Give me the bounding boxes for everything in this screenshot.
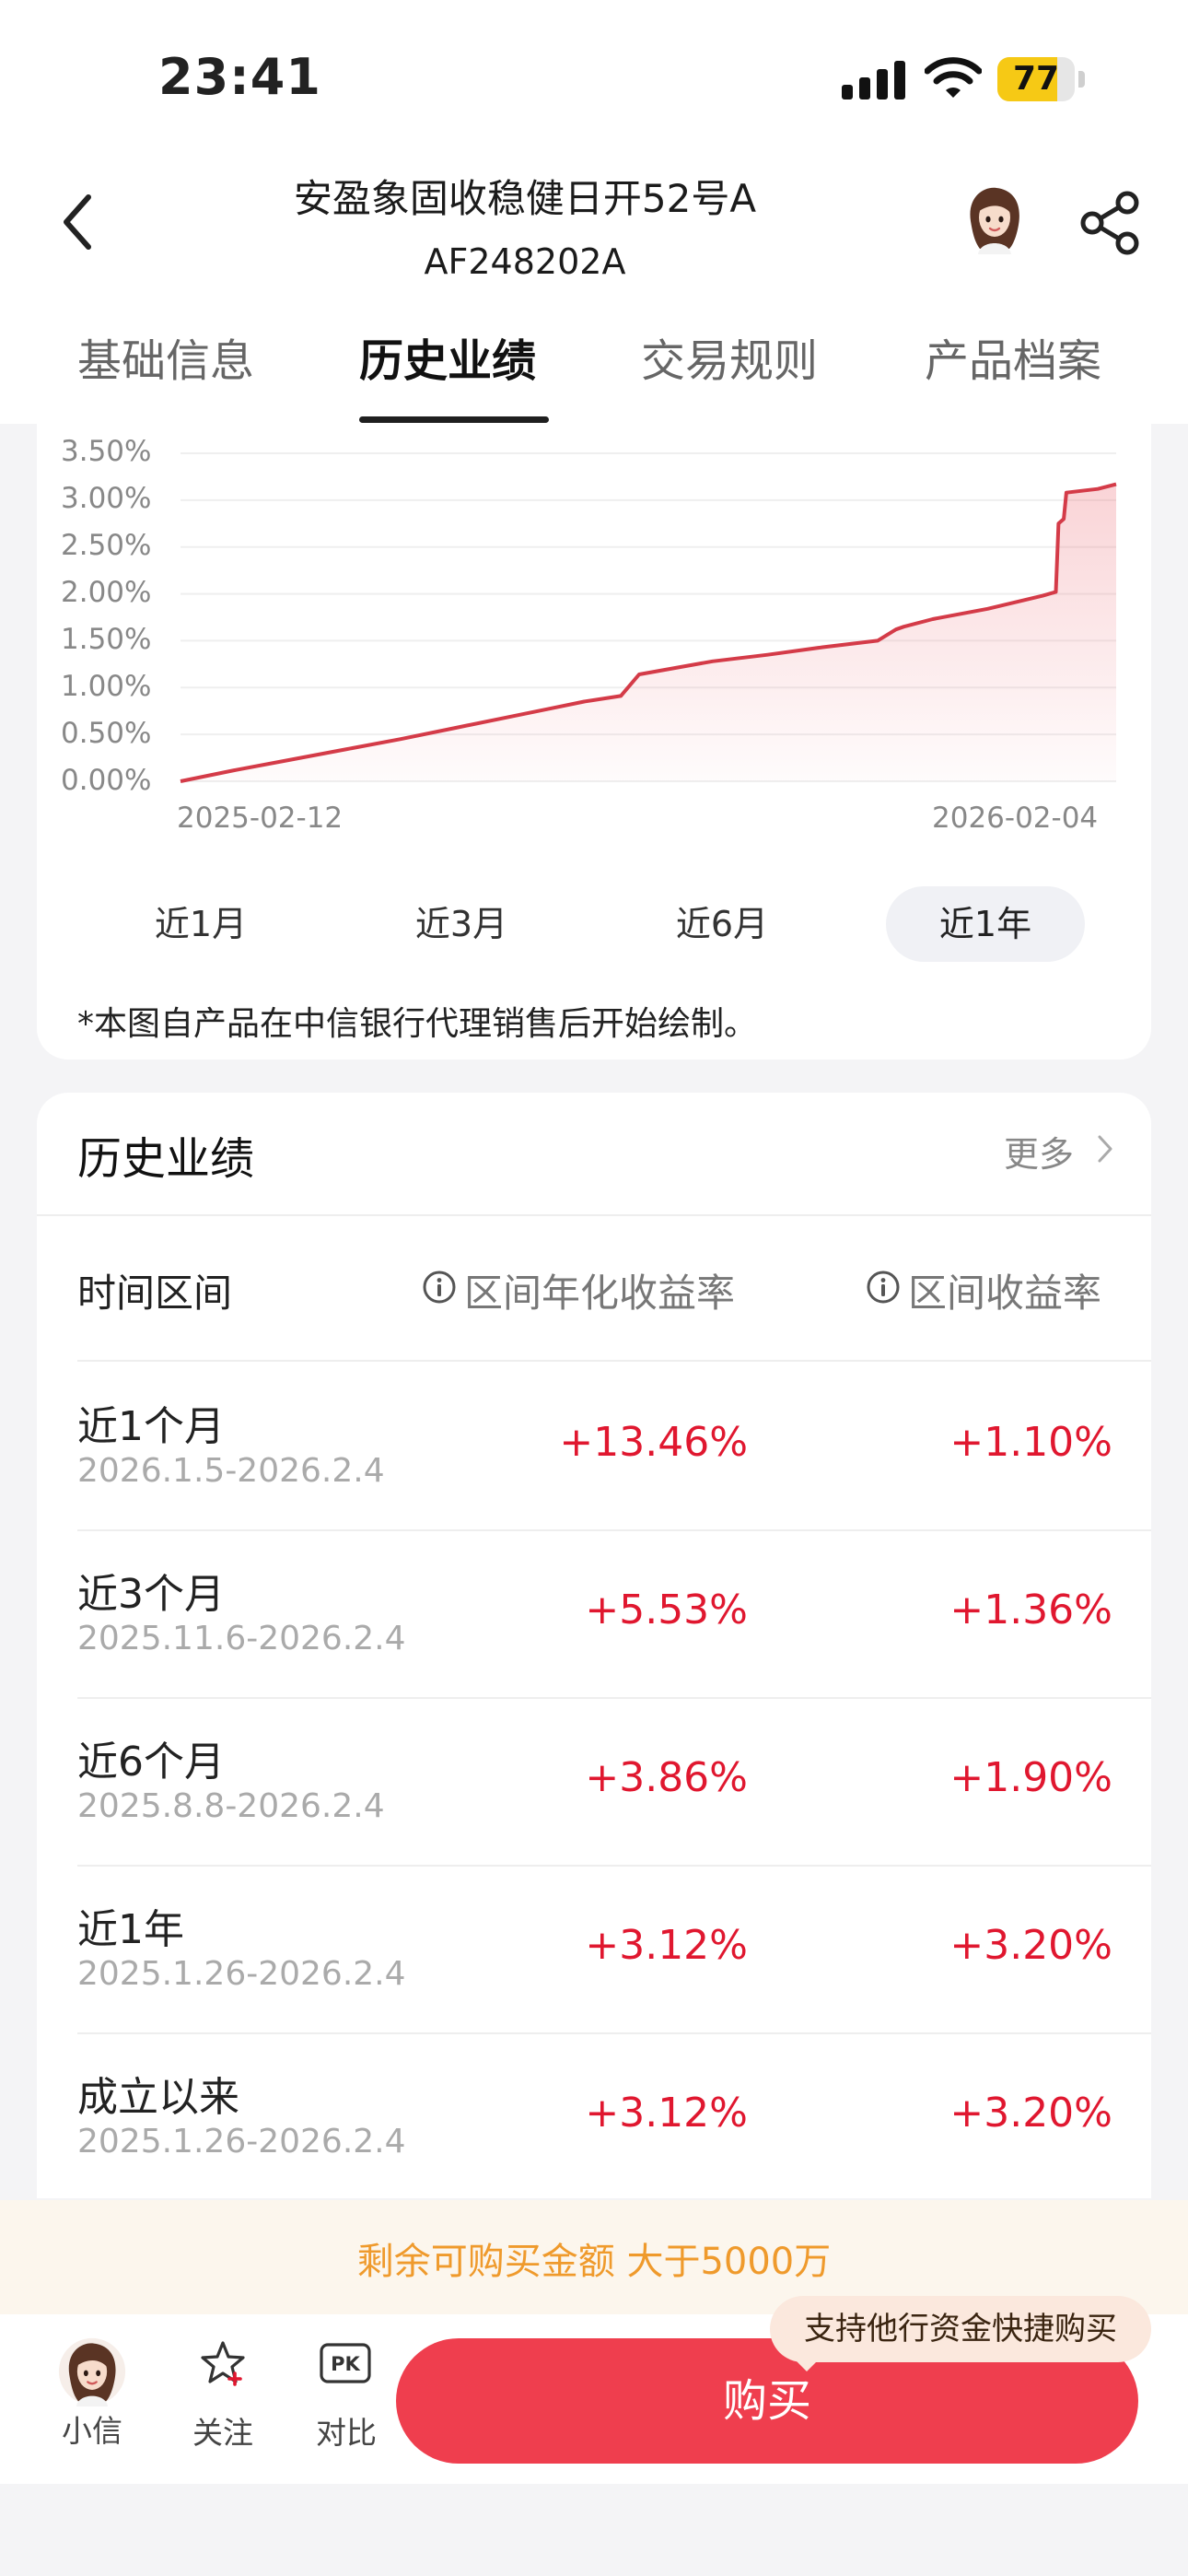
row-period-label: 成立以来 (77, 2074, 239, 2121)
column-header-annual-yield: 区间年化收益率 (464, 1270, 736, 1316)
assistant-label[interactable]: 小信 (46, 2406, 138, 2451)
divider (77, 1865, 1151, 1867)
row-annual-yield: +13.46% (559, 1419, 748, 1466)
row-annual-yield: +3.12% (585, 1922, 748, 1969)
chevron-right-icon[interactable] (1096, 1133, 1114, 1165)
column-header-period-return: 区间收益率 (908, 1270, 1102, 1316)
row-period-label: 近3个月 (77, 1571, 225, 1618)
divider (77, 1529, 1151, 1531)
yield-area (181, 484, 1116, 781)
section-title: 历史业绩 (77, 1133, 255, 1185)
compare-pk-badge: PK (331, 2353, 360, 2375)
cellular-signal-icon (842, 59, 906, 100)
row-date-range: 2025.8.8-2026.2.4 (77, 1787, 385, 1825)
wifi-icon (925, 57, 982, 98)
row-period-return: +1.36% (949, 1587, 1112, 1633)
product-code: AF248202A (424, 241, 626, 282)
row-date-range: 2026.1.5-2026.2.4 (77, 1452, 385, 1490)
row-period-label: 近1个月 (77, 1403, 225, 1450)
row-period-return: +3.20% (949, 1922, 1112, 1969)
info-icon[interactable] (422, 1270, 457, 1305)
range-button-6m[interactable]: 近6月 (623, 886, 821, 962)
battery-icon: 77 (997, 57, 1086, 101)
x-tick-label: 2025-02-12 (177, 802, 344, 835)
battery-level: 77 (1012, 60, 1060, 98)
range-button-1m[interactable]: 近1月 (101, 886, 300, 962)
compare-pk-icon[interactable]: PK (319, 2342, 372, 2384)
row-annual-yield: +5.53% (585, 1587, 748, 1633)
x-tick-label: 2026-02-04 (932, 802, 1099, 835)
compare-label[interactable]: 对比 (300, 2408, 392, 2453)
info-icon[interactable] (866, 1270, 901, 1305)
quick-buy-tooltip: 支持他行资金快捷购买 (770, 2296, 1151, 2362)
tab-product-archive[interactable]: 产品档案 (925, 324, 1101, 389)
chevron-left-icon[interactable] (55, 190, 101, 254)
range-button-1y[interactable]: 近1年 (886, 886, 1085, 962)
row-date-range: 2025.1.26-2026.2.4 (77, 1955, 406, 1993)
row-date-range: 2025.1.26-2026.2.4 (77, 2123, 406, 2160)
row-period-return: +1.90% (949, 1754, 1112, 1801)
chart-note: *本图自产品在中信银行代理销售后开始绘制。 (77, 1005, 758, 1043)
row-date-range: 2025.11.6-2026.2.4 (77, 1620, 406, 1657)
star-add-icon[interactable] (197, 2338, 249, 2390)
range-button-3m[interactable]: 近3月 (362, 886, 561, 962)
row-period-label: 近1年 (77, 1906, 184, 1953)
follow-label[interactable]: 关注 (177, 2408, 269, 2453)
tab-trading-rules[interactable]: 交易规则 (641, 324, 818, 389)
divider (77, 1360, 1151, 1362)
tooltip-tail (794, 2359, 820, 2371)
divider (77, 1697, 1151, 1699)
share-icon[interactable] (1077, 190, 1142, 256)
active-tab-indicator (359, 416, 549, 423)
divider (37, 1214, 1151, 1216)
tab-history-performance[interactable]: 历史业绩 (359, 324, 536, 389)
row-annual-yield: +3.86% (585, 1754, 748, 1801)
row-period-return: +1.10% (949, 1419, 1112, 1466)
row-period-return: +3.20% (949, 2090, 1112, 2137)
row-period-label: 近6个月 (77, 1739, 225, 1786)
yield-chart[interactable] (37, 424, 1151, 857)
chart-card: 3.50% 3.00% 2.50% 2.00% 1.50% 1.00% 0.50… (37, 424, 1151, 1060)
divider (77, 2032, 1151, 2034)
assistant-avatar-icon[interactable] (57, 2336, 127, 2406)
status-time: 23:41 (158, 48, 321, 106)
remaining-amount-text: 剩余可购买金额 大于5000万 (356, 2241, 832, 2283)
row-annual-yield: +3.12% (585, 2090, 748, 2137)
tab-basic-info[interactable]: 基础信息 (77, 324, 254, 389)
assistant-avatar-icon[interactable] (958, 181, 1031, 254)
product-title: 安盈象固收稳健日开52号A (293, 176, 757, 221)
column-header-period: 时间区间 (77, 1270, 233, 1316)
more-link[interactable]: 更多 (1004, 1126, 1074, 1177)
